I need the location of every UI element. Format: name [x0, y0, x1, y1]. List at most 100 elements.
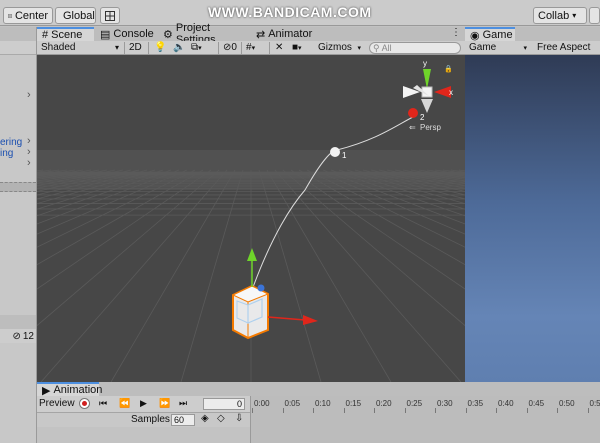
grid-icon — [105, 10, 115, 21]
frame-field[interactable]: 0 — [203, 398, 245, 410]
inspector-toolbar: ⊘ 12 — [0, 329, 36, 343]
timeline-tick-label: 0:35 — [467, 399, 484, 408]
center-label: Center — [14, 9, 48, 22]
hierarchy-panel: › ering › ing › › ⊘ 12 — [0, 27, 37, 443]
chevron-right-icon[interactable]: › — [27, 157, 31, 169]
chevron-down-icon: ▾ — [251, 44, 256, 52]
cloud-button[interactable] — [589, 7, 600, 24]
persp-label[interactable]: Persp — [420, 123, 441, 132]
lightbulb-icon: 💡 — [154, 42, 167, 53]
last-keyframe-icon[interactable]: ⏭ — [179, 398, 187, 409]
chevron-down-icon: ▾ — [523, 44, 527, 52]
hierarchy-header — [0, 27, 36, 41]
gizmos-dropdown[interactable]: Gizmos ▾ — [316, 41, 363, 54]
samples-field[interactable]: 60 — [171, 414, 195, 426]
timeline-ruler[interactable]: 0:00 0:05 0:10 0:15 0:20 0:25 0:30 0:35 0:40 0:45… — [250, 396, 600, 443]
inspector-header — [0, 315, 36, 329]
x-axis-handle[interactable] — [267, 316, 306, 321]
timeline-tick-label: 0:20 — [376, 399, 392, 408]
grid-toggle[interactable]: # ▾ — [244, 41, 257, 54]
hidden-objects-toggle[interactable]: ⊘ 0 — [221, 41, 239, 54]
path-point-2-label: 2 — [420, 113, 425, 122]
scene-viewport[interactable]: 1 2 y x 🔒 ⇐ Persp — [37, 55, 465, 382]
timeline-tick — [496, 408, 497, 413]
event-marker-icon[interactable]: ⇩ — [235, 413, 243, 424]
aspect-dropdown[interactable]: Free Aspect — [535, 41, 600, 54]
display-dropdown[interactable]: Game ▾ — [467, 41, 529, 54]
timeline-tick — [526, 408, 528, 413]
timeline-tick-label: 0:10 — [315, 399, 331, 408]
prev-keyframe-icon[interactable]: ⏪ — [119, 398, 130, 409]
visibility-icon[interactable]: ⊘ — [12, 331, 20, 342]
y-axis-arrow[interactable] — [247, 248, 257, 261]
game-view[interactable] — [465, 55, 600, 382]
path-point-2[interactable] — [408, 108, 418, 118]
record-button[interactable] — [79, 398, 90, 409]
scene-tab-bar: # Scene ▤ Console ⚙ Project Settings ⇄ A… — [37, 22, 465, 46]
next-keyframe-icon[interactable]: ⏩ — [159, 398, 170, 409]
speaker-icon: 🔈 — [173, 42, 186, 53]
timeline-tick-label: 0:25 — [406, 399, 423, 408]
samples-label: Samples — [131, 414, 170, 425]
play-icon[interactable]: ▶ — [140, 398, 147, 409]
effects-toggle[interactable]: ⧉ ▾ — [189, 41, 204, 54]
shading-mode-label: Shaded — [41, 42, 76, 53]
lock-icon[interactable]: 🔒 — [444, 65, 453, 73]
x-axis-arrow[interactable] — [303, 315, 318, 325]
preview-button[interactable]: Preview — [39, 398, 75, 409]
animator-icon: ⇄ — [256, 28, 266, 41]
hierarchy-item[interactable]: ering — [0, 137, 22, 148]
shading-mode-dropdown[interactable]: Shaded ▾ — [39, 41, 121, 54]
path-point-1[interactable] — [330, 147, 340, 157]
first-keyframe-icon[interactable]: ⏮ — [99, 398, 107, 409]
chevron-down-icon: ▾ — [198, 44, 202, 52]
console-icon: ▤ — [100, 28, 111, 41]
lighting-toggle[interactable]: 💡 — [152, 41, 168, 54]
timeline-tick — [343, 408, 345, 413]
persp-icon: ⇐ — [409, 123, 416, 132]
chevron-down-icon: ▾ — [298, 44, 302, 52]
tab-animation[interactable]: ▶ Animation — [37, 382, 102, 397]
timeline-tick-label: 0:50 — [559, 399, 575, 408]
scene-icon: # — [42, 29, 49, 41]
tab-game-label: Game — [482, 29, 513, 41]
chevron-right-icon[interactable]: › — [27, 89, 31, 101]
tools-toggle[interactable]: ✕ — [273, 41, 285, 54]
tab-project-settings[interactable]: ⚙ Project Settings — [158, 22, 250, 46]
gizmo-x-label: x — [449, 88, 453, 97]
mode-2d-toggle[interactable]: 2D — [127, 41, 145, 54]
tab-game[interactable]: ◉ Game — [465, 27, 515, 42]
collab-button[interactable]: Collab ▾ — [533, 7, 587, 24]
panel-menu-icon[interactable]: ⋮ — [451, 27, 461, 38]
hierarchy-toolbar — [0, 41, 36, 55]
camera-dropdown[interactable]: ■ ▾ — [290, 41, 304, 54]
orientation-gizmo[interactable] — [403, 69, 451, 113]
z-axis-handle[interactable] — [257, 284, 265, 292]
hidden-count: 0 — [231, 42, 237, 53]
timeline-tick — [587, 408, 589, 413]
tab-console-label: Console — [113, 28, 154, 40]
scene-canvas: 1 2 y x 🔒 ⇐ Persp — [37, 59, 465, 382]
grid-snap-button[interactable] — [100, 7, 120, 24]
timeline-tick-label: 0:15 — [345, 399, 362, 408]
tab-animator-label: Animator — [268, 28, 313, 40]
game-icon: ◉ — [470, 29, 480, 42]
scene-search-field[interactable]: ⚲ All — [369, 42, 461, 54]
tab-console[interactable]: ▤ Console — [95, 27, 157, 41]
pivot-center-button[interactable]: Center — [3, 7, 53, 24]
timeline-tick-label: 0:55 — [589, 399, 600, 408]
selected-cube[interactable] — [231, 284, 270, 340]
timeline-tick — [374, 408, 375, 413]
animation-tab-bar: ▶ Animation — [37, 382, 600, 397]
audio-toggle[interactable]: 🔈 — [171, 41, 187, 54]
effects-icon: ⧉ — [191, 42, 199, 53]
chevron-down-icon: ▾ — [114, 43, 119, 52]
pivot-global-button[interactable]: Global — [55, 7, 96, 24]
add-event-icon[interactable]: ◇ — [217, 413, 225, 424]
hierarchy-item[interactable]: ing — [0, 148, 13, 159]
tab-animator[interactable]: ⇄ Animator — [251, 27, 321, 41]
timeline-tick — [435, 408, 436, 413]
search-icon: ⚲ — [373, 42, 380, 53]
add-keyframe-icon[interactable]: ◈ — [201, 413, 209, 424]
tab-scene[interactable]: # Scene — [37, 27, 94, 41]
